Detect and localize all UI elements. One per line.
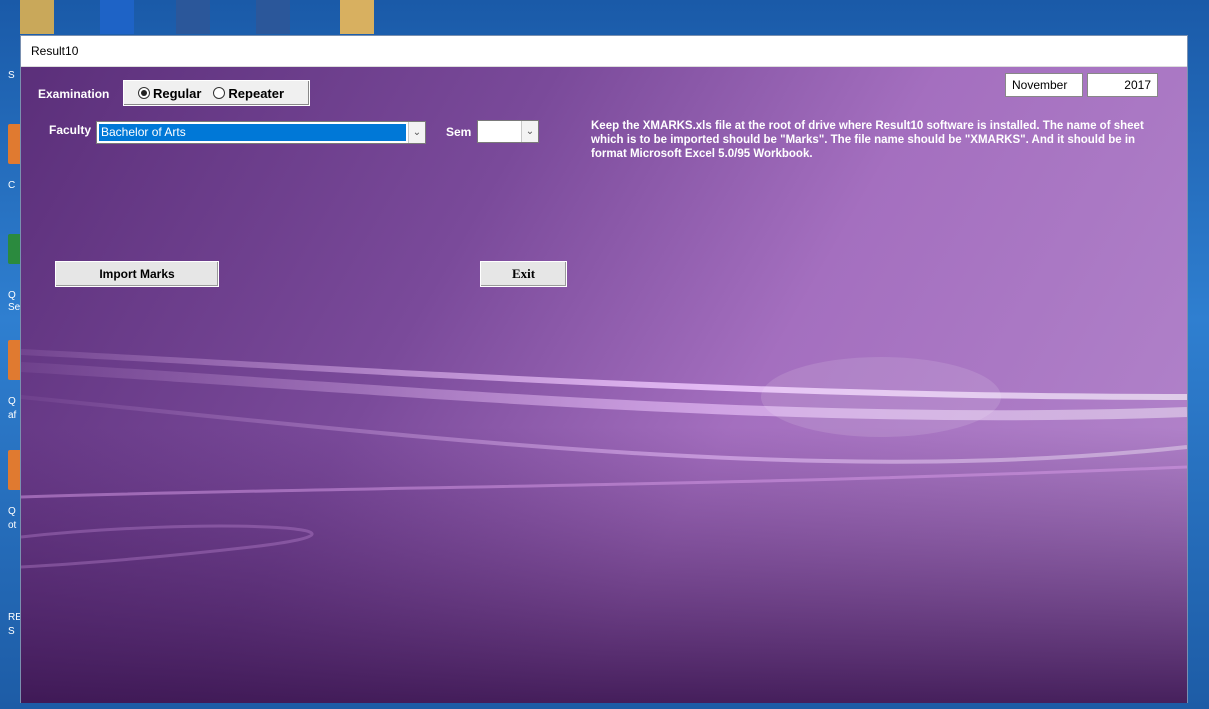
- desktop-label: Q: [8, 290, 16, 301]
- desktop-left-icons: S C Q Se Q af Q ot RE S: [0, 40, 22, 709]
- radio-repeater-label: Repeater: [228, 85, 285, 101]
- chevron-down-icon[interactable]: ⌄: [408, 122, 425, 143]
- desktop-image-icon[interactable]: [340, 0, 374, 34]
- window-title[interactable]: Result10: [21, 36, 1187, 67]
- desktop-word-icon[interactable]: [176, 0, 210, 34]
- radio-checked-icon: [138, 87, 150, 99]
- form-client-area: Examination Regular Repeater Faculty Bac…: [21, 67, 1187, 703]
- desktop-folder-icon[interactable]: [20, 0, 54, 34]
- sem-selected-value: [478, 121, 521, 142]
- faculty-label: Faculty: [49, 123, 92, 137]
- desktop-label: ot: [8, 520, 17, 531]
- desktop-label: Se: [8, 302, 21, 313]
- examination-radio-group: Regular Repeater: [123, 80, 310, 106]
- examination-label: Examination: [38, 87, 110, 101]
- radio-unchecked-icon: [213, 87, 226, 99]
- desktop-label: S: [8, 626, 15, 637]
- month-field[interactable]: November: [1005, 73, 1083, 97]
- sem-dropdown[interactable]: ⌄: [477, 120, 539, 143]
- desktop-label: S: [8, 70, 15, 81]
- desktop-document-icon[interactable]: [100, 0, 134, 34]
- desktop-label: Q: [8, 396, 16, 407]
- sem-label: Sem: [446, 125, 472, 139]
- import-instructions-text: Keep the XMARKS.xls file at the root of …: [591, 120, 1144, 160]
- desktop-word-icon-2[interactable]: [256, 0, 290, 34]
- desktop-label: Q: [8, 506, 16, 517]
- background-wave-art: [21, 349, 1187, 703]
- year-field[interactable]: 2017: [1087, 73, 1158, 97]
- faculty-selected-value: Bachelor of Arts: [99, 124, 406, 141]
- radio-regular-label: Regular: [153, 85, 202, 101]
- import-marks-button[interactable]: Import Marks: [55, 261, 219, 287]
- faculty-dropdown[interactable]: Bachelor of Arts ⌄: [96, 121, 426, 144]
- desktop-label: af: [8, 410, 17, 421]
- desktop-label: C: [8, 180, 16, 191]
- app-window: Result10 Examination Regular Repeater Fa…: [20, 35, 1188, 703]
- exit-button[interactable]: Exit: [480, 261, 567, 287]
- radio-regular[interactable]: Regular: [138, 86, 201, 101]
- radio-repeater[interactable]: Repeater: [213, 86, 284, 101]
- chevron-down-icon[interactable]: ⌄: [521, 121, 538, 142]
